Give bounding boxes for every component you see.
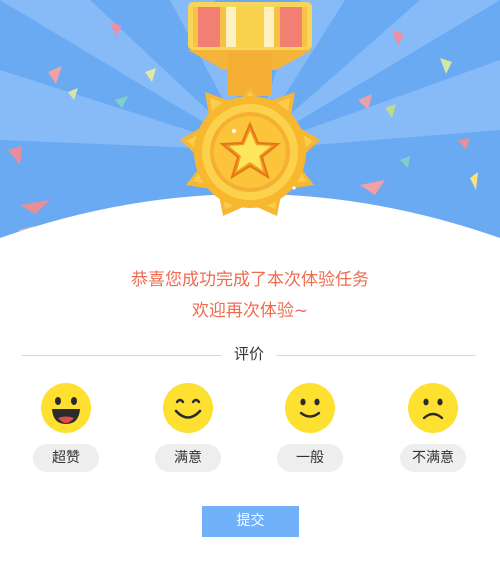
rating-option-unsatisfied[interactable]: 不满意 — [393, 382, 473, 474]
rating-option-average[interactable]: 一般 — [270, 382, 350, 474]
rating-label-satisfied: 满意 — [155, 444, 221, 472]
slight-smile-face-icon — [284, 382, 336, 434]
rating-options: 超赞 满意 一般 不满意 — [0, 382, 500, 474]
medal-icon — [150, 0, 350, 245]
frowning-face-icon — [407, 382, 459, 434]
rating-label-average: 一般 — [277, 444, 343, 472]
laughing-face-icon — [40, 382, 92, 434]
smiling-face-icon — [162, 382, 214, 434]
divider-right — [276, 355, 476, 356]
submit-button[interactable]: 提交 — [202, 506, 299, 537]
rating-label-unsatisfied: 不满意 — [400, 444, 466, 472]
rating-option-satisfied[interactable]: 满意 — [148, 382, 228, 474]
rating-option-excellent[interactable]: 超赞 — [26, 382, 106, 474]
congrats-message: 恭喜您成功完成了本次体验任务 — [131, 270, 369, 290]
divider-left — [22, 355, 222, 356]
rating-section-title: 评价 — [233, 345, 264, 363]
welcome-back-message: 欢迎再次体验~ — [191, 301, 309, 321]
rating-label-excellent: 超赞 — [33, 444, 99, 472]
